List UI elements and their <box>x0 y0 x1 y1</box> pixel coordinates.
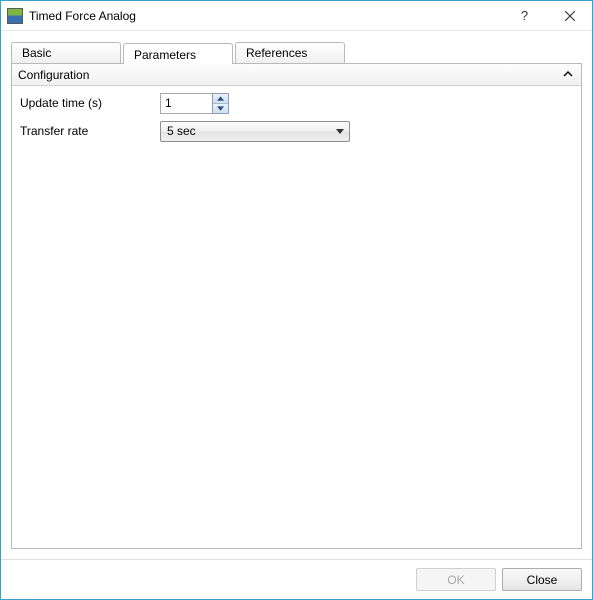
label-transfer-rate: Transfer rate <box>20 124 160 138</box>
dialog-window: Timed Force Analog ? Basic Parameters Re… <box>0 0 593 600</box>
transfer-rate-dropdown[interactable]: 5 sec <box>160 121 350 142</box>
triangle-up-icon <box>217 96 224 101</box>
tab-parameters-label: Parameters <box>134 48 196 62</box>
spinner-up-button[interactable] <box>213 94 228 104</box>
tab-parameters[interactable]: Parameters <box>123 43 233 64</box>
ok-button-label: OK <box>447 573 464 587</box>
chevron-up-icon <box>561 68 575 82</box>
spinner-down-button[interactable] <box>213 104 228 113</box>
help-icon: ? <box>521 8 528 23</box>
label-update-time: Update time (s) <box>20 96 160 110</box>
tab-basic[interactable]: Basic <box>11 42 121 63</box>
tab-basic-label: Basic <box>22 46 51 60</box>
tab-references-label: References <box>246 46 307 60</box>
tab-references[interactable]: References <box>235 42 345 63</box>
dialog-footer: OK Close <box>1 559 592 599</box>
section-header-configuration[interactable]: Configuration <box>12 64 581 86</box>
section-body: Update time (s) <box>12 86 581 154</box>
titlebar: Timed Force Analog ? <box>1 1 592 31</box>
update-time-spinner <box>160 93 229 114</box>
close-icon <box>565 11 575 21</box>
window-close-button[interactable] <box>547 1 592 30</box>
titlebar-buttons: ? <box>502 1 592 30</box>
close-button-label: Close <box>527 573 558 587</box>
spinner-buttons <box>212 93 229 114</box>
row-update-time: Update time (s) <box>20 92 573 114</box>
row-transfer-rate: Transfer rate 5 sec <box>20 120 573 142</box>
triangle-down-icon <box>217 106 224 111</box>
transfer-rate-value: 5 sec <box>167 124 196 138</box>
tab-panel: Configuration Update time (s) <box>11 63 582 549</box>
help-button[interactable]: ? <box>502 1 547 30</box>
ok-button: OK <box>416 568 496 591</box>
app-icon <box>7 8 23 24</box>
update-time-input[interactable] <box>160 93 212 114</box>
window-title: Timed Force Analog <box>29 9 502 23</box>
section-title: Configuration <box>18 68 561 82</box>
client-area: Basic Parameters References Configuratio… <box>1 31 592 559</box>
close-button[interactable]: Close <box>502 568 582 591</box>
chevron-down-icon <box>336 124 344 138</box>
tab-strip: Basic Parameters References <box>11 41 582 63</box>
